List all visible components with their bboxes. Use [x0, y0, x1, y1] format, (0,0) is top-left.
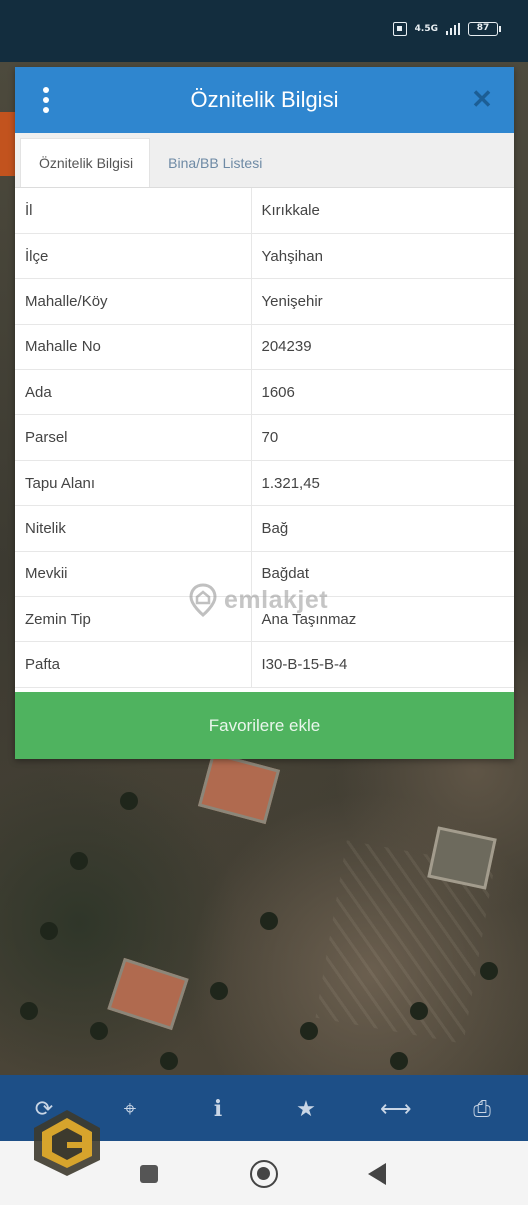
watermark-pin-icon — [189, 583, 217, 617]
locate-icon[interactable]: ⌖ — [116, 1095, 144, 1123]
attribute-value: Yenişehir — [251, 278, 514, 325]
battery-icon: 87 — [468, 22, 501, 36]
map-building — [107, 957, 189, 1031]
panel-header: Öznitelik Bilgisi ✕ — [15, 67, 514, 133]
table-row: Tapu Alanı 1.321,45 — [15, 460, 514, 507]
map-tree — [70, 852, 88, 870]
network-type: 4.5G — [414, 23, 438, 34]
table-row: Nitelik Bağ — [15, 505, 514, 552]
sim-icon — [392, 22, 407, 36]
attribute-key: İlçe — [15, 233, 252, 280]
map-tree — [300, 1022, 318, 1040]
table-row: İl Kırıkkale — [15, 188, 514, 234]
add-favorite-button[interactable]: Favorilere ekle — [15, 692, 514, 759]
table-row: Pafta I30-B-15-B-4 — [15, 641, 514, 688]
map-tree — [40, 922, 58, 940]
attribute-key: Nitelik — [15, 505, 252, 552]
status-icons: 4.5G 87 — [392, 22, 501, 36]
app-logo-icon — [34, 1110, 100, 1176]
map-tree — [260, 912, 278, 930]
map-tree — [210, 982, 228, 1000]
status-bar: 4.5G 87 — [0, 0, 528, 62]
watermark-text: emlakjet — [224, 585, 329, 614]
attribute-value: 70 — [251, 414, 514, 461]
print-icon[interactable]: ⎙ — [468, 1095, 496, 1123]
table-row: İlçe Yahşihan — [15, 233, 514, 280]
table-row: Parsel 70 — [15, 414, 514, 461]
map-tree — [120, 792, 138, 810]
map-building — [197, 751, 281, 825]
panel-tabs: Öznitelik Bilgisi Bina/BB Listesi — [15, 133, 514, 188]
watermark: emlakjet — [188, 583, 328, 617]
attribute-value: I30-B-15-B-4 — [251, 641, 514, 688]
attribute-key: Ada — [15, 369, 252, 416]
attribute-key: Parsel — [15, 414, 252, 461]
tab-building-list[interactable]: Bina/BB Listesi — [150, 138, 278, 187]
attribute-value: 204239 — [251, 324, 514, 371]
recent-apps-button[interactable] — [140, 1165, 158, 1183]
attribute-key: İl — [15, 188, 252, 234]
back-button[interactable] — [368, 1163, 386, 1185]
star-icon[interactable]: ★ — [292, 1095, 320, 1123]
battery-level: 87 — [476, 23, 490, 33]
attribute-panel: Öznitelik Bilgisi ✕ Öznitelik Bilgisi Bi… — [15, 67, 514, 759]
attribute-value: 1606 — [251, 369, 514, 416]
attribute-key: Mahalle No — [15, 324, 252, 371]
attribute-value: 1.321,45 — [251, 460, 514, 507]
map-tree — [90, 1022, 108, 1040]
table-row: Mahalle/Köy Yenişehir — [15, 278, 514, 325]
measure-icon[interactable]: ⟷ — [380, 1095, 412, 1123]
attribute-value: Bağ — [251, 505, 514, 552]
map-tree — [390, 1052, 408, 1070]
attribute-value: Yahşihan — [251, 233, 514, 280]
table-row: Mahalle No 204239 — [15, 324, 514, 371]
close-icon[interactable]: ✕ — [468, 85, 496, 113]
attribute-key: Mahalle/Köy — [15, 278, 252, 325]
map-tree — [480, 962, 498, 980]
info-icon[interactable]: i — [204, 1095, 232, 1123]
map-tree — [20, 1002, 38, 1020]
tab-attribute-info[interactable]: Öznitelik Bilgisi — [20, 138, 151, 187]
home-button[interactable] — [250, 1160, 278, 1188]
signal-icon — [446, 23, 460, 35]
more-menu-icon[interactable] — [41, 87, 51, 113]
map-tree — [410, 1002, 428, 1020]
panel-title: Öznitelik Bilgisi — [190, 87, 339, 112]
attribute-key: Pafta — [15, 641, 252, 688]
attribute-value: Kırıkkale — [251, 188, 514, 234]
attribute-key: Tapu Alanı — [15, 460, 252, 507]
table-row: Ada 1606 — [15, 369, 514, 416]
map-tree — [160, 1052, 178, 1070]
